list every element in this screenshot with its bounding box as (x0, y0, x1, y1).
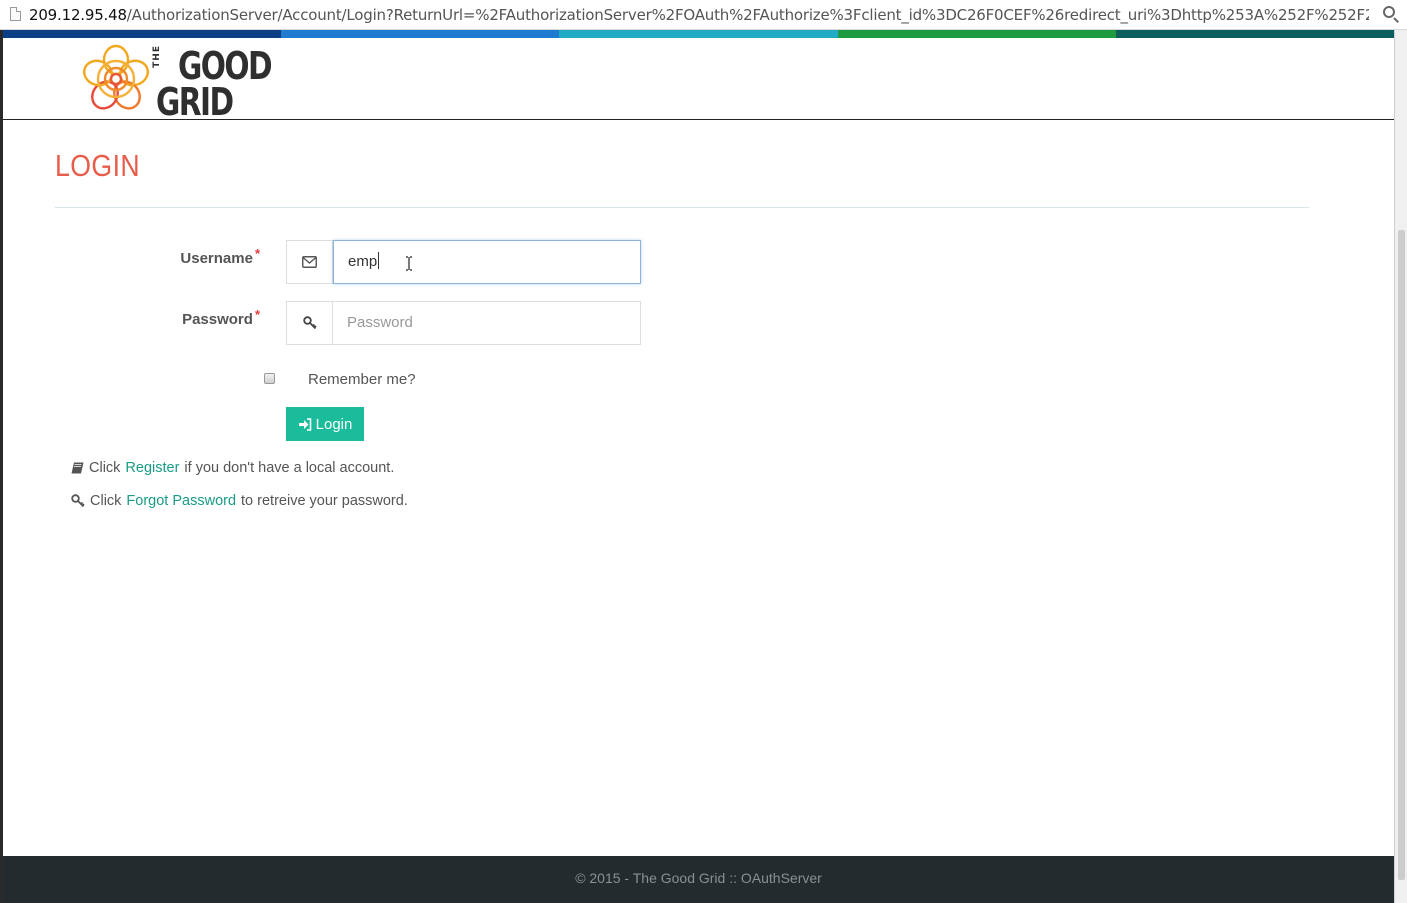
password-label: Password * (0, 307, 260, 328)
brand-color-strip (3, 30, 1395, 38)
password-input[interactable]: Password (333, 301, 641, 345)
strip-segment (559, 30, 838, 38)
scrollbar-thumb[interactable] (1398, 230, 1405, 880)
username-input-group: emp (286, 240, 641, 284)
url-host: 209.12.95.48 (29, 6, 127, 24)
register-link[interactable]: Register (125, 460, 179, 476)
text-caret (378, 252, 380, 269)
login-button[interactable]: Login (286, 407, 364, 441)
username-value: emp (348, 253, 378, 270)
sunflower-logo-icon (82, 44, 150, 110)
sign-in-icon (298, 417, 311, 431)
window-frame-left (0, 30, 3, 903)
page-icon (10, 7, 21, 21)
site-header: THE GOOD GRID (3, 38, 1394, 124)
forgot-prefix: Click (90, 493, 122, 509)
strip-segment (1115, 30, 1395, 38)
vertical-scrollbar[interactable] (1394, 30, 1407, 903)
password-label-text: Password (182, 311, 253, 328)
password-placeholder: Password (347, 314, 413, 331)
register-suffix: if you don't have a local account. (184, 460, 395, 476)
forgot-password-link[interactable]: Forgot Password (126, 493, 236, 509)
username-input[interactable]: emp (333, 240, 641, 284)
remember-me-checkbox[interactable] (264, 373, 275, 384)
remember-me-label[interactable]: Remember me? (308, 371, 416, 388)
required-marker: * (254, 246, 260, 261)
site-logo[interactable]: THE GOOD GRID (76, 40, 276, 124)
footer-text: © 2015 - The Good Grid :: OAuthServer (575, 870, 822, 886)
divider (55, 207, 1309, 208)
book-icon (71, 462, 84, 474)
strip-segment (837, 30, 1116, 38)
search-icon[interactable] (1383, 6, 1395, 18)
forgot-password-help: Click Forgot Password to retreive your p… (71, 493, 408, 509)
register-prefix: Click (89, 460, 121, 476)
logo-grid: GRID (156, 80, 234, 124)
username-label-text: Username (180, 250, 253, 267)
login-button-label: Login (315, 415, 353, 433)
required-marker: * (254, 307, 260, 322)
username-label: Username * (0, 246, 260, 267)
logo-the: THE (152, 45, 162, 68)
strip-segment (3, 30, 282, 38)
url-field[interactable]: 209.12.95.48/AuthorizationServer/Account… (29, 5, 1369, 25)
site-footer: © 2015 - The Good Grid :: OAuthServer (3, 856, 1394, 903)
strip-segment (281, 30, 560, 38)
forgot-suffix: to retreive your password. (241, 493, 408, 509)
key-icon (286, 301, 333, 345)
key-icon (71, 494, 85, 508)
envelope-icon (286, 240, 333, 284)
text-cursor-icon (406, 256, 412, 271)
password-input-group: Password (286, 301, 641, 345)
page-title: LOGIN (55, 148, 141, 183)
url-path: /AuthorizationServer/Account/Login?Retur… (126, 6, 1369, 24)
register-help: Click Register if you don't have a local… (71, 460, 394, 476)
address-bar[interactable]: 209.12.95.48/AuthorizationServer/Account… (0, 0, 1407, 30)
